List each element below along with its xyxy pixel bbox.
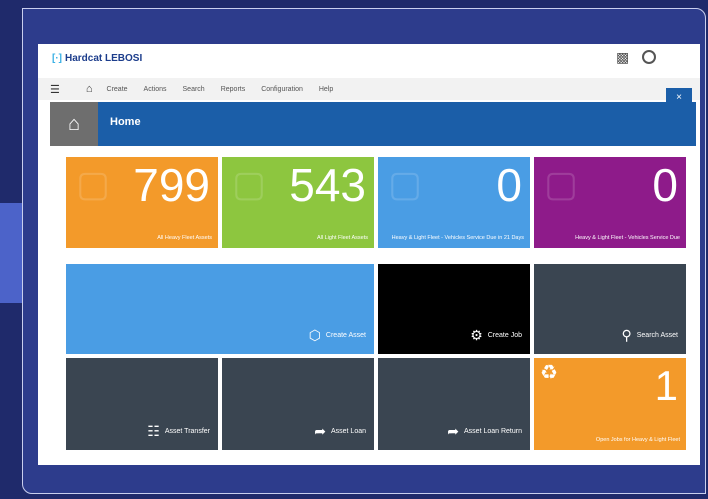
cube-icon: ▢ [388,163,423,204]
open-jobs-label: Open Jobs for Heavy & Light Fleet [595,437,680,443]
sign-in-icon: ➦ [447,423,460,439]
create-asset-label: ⬡ Create Asset [309,327,366,344]
open-jobs-value: 1 [654,362,678,409]
logo-icon: [·] [52,53,62,64]
top-bar: [·] Hardcat LEBOSI ▩ [38,44,700,76]
sign-in-icon: ➦ [314,423,326,439]
stat-value: 543 [289,159,366,211]
menu-item-configuration[interactable]: Configuration [261,86,303,93]
asset-transfer-tile[interactable]: ☷ Asset Transfer [66,358,218,450]
app-window: [·] Hardcat LEBOSI ▩ ☰ ⌂ Create Actions S… [38,44,700,465]
menu-item-search[interactable]: Search [183,86,205,93]
create-job-text: Create Job [487,332,522,339]
stat-label: All Light Fleet Assets [316,235,368,241]
search-icon: ⚲ [621,327,632,343]
top-icons: ▩ [616,50,656,64]
stat-tile-service-due-21[interactable]: ▢ 0 Heavy & Light Fleet - Vehicles Servi… [378,157,530,248]
cube-icon: ▢ [76,163,111,204]
asset-transfer-label: ☷ Asset Transfer [147,423,210,440]
stat-value: 799 [133,159,210,211]
open-jobs-tile[interactable]: ♻ 1 Open Jobs for Heavy & Light Fleet [534,358,686,450]
create-job-label: ⚙ Create Job [470,327,522,344]
menu-bar: ☰ ⌂ Create Actions Search Reports Config… [38,78,700,100]
asset-loan-label: ➦ Asset Loan [314,423,366,440]
create-asset-tile[interactable]: ⬡ Create Asset [66,264,374,354]
stat-tile-heavy-fleet[interactable]: ▢ 799 All Heavy Fleet Assets [66,157,218,248]
stat-value: 0 [496,159,522,211]
menu-item-actions[interactable]: Actions [144,86,167,93]
search-asset-tile[interactable]: ⚲ Search Asset [534,264,686,354]
create-asset-text: Create Asset [325,332,366,339]
create-job-tile[interactable]: ⚙ Create Job [378,264,530,354]
cube-icon: ▢ [232,163,267,204]
asset-transfer-text: Asset Transfer [164,428,210,435]
asset-loan-tile[interactable]: ➦ Asset Loan [222,358,374,450]
home-icon[interactable]: ⌂ [86,83,93,95]
gear-icon: ⚙ [470,327,483,343]
hamburger-icon[interactable]: ☰ [50,83,60,96]
brand-name: Hardcat LEBOSI [65,53,143,64]
home-icon[interactable]: ⌂ [50,102,98,146]
asset-loan-return-label: ➦ Asset Loan Return [447,423,522,440]
asset-loan-return-tile[interactable]: ➦ Asset Loan Return [378,358,530,450]
menu-item-help[interactable]: Help [319,86,333,93]
cube-icon: ⬡ [308,327,321,343]
cube-icon: ▢ [544,163,579,204]
search-asset-label: ⚲ Search Asset [621,327,678,344]
asset-loan-text: Asset Loan [330,428,366,435]
chat-icon[interactable]: ▩ [616,50,632,64]
asset-loan-return-text: Asset Loan Return [464,428,522,435]
stat-label: All Heavy Fleet Assets [157,235,212,241]
stat-label: Heavy & Light Fleet - Vehicles Service D… [391,235,524,241]
network-icon: ☷ [147,423,160,439]
menu-item-create[interactable]: Create [107,86,128,93]
stat-tile-service-due[interactable]: ▢ 0 Heavy & Light Fleet - Vehicles Servi… [534,157,686,248]
stat-tile-light-fleet[interactable]: ▢ 543 All Light Fleet Assets [222,157,374,248]
page-header: ⌂ Home [50,102,696,146]
page-title: Home [110,116,141,128]
stat-label: Heavy & Light Fleet - Vehicles Service D… [575,235,680,241]
user-icon[interactable] [642,50,656,64]
search-asset-text: Search Asset [636,332,678,339]
side-tab[interactable] [0,203,22,303]
menu-item-reports[interactable]: Reports [221,86,246,93]
brand-logo[interactable]: [·] Hardcat LEBOSI [52,53,142,64]
stat-value: 0 [652,159,678,211]
recycle-icon: ♻ [540,362,558,384]
